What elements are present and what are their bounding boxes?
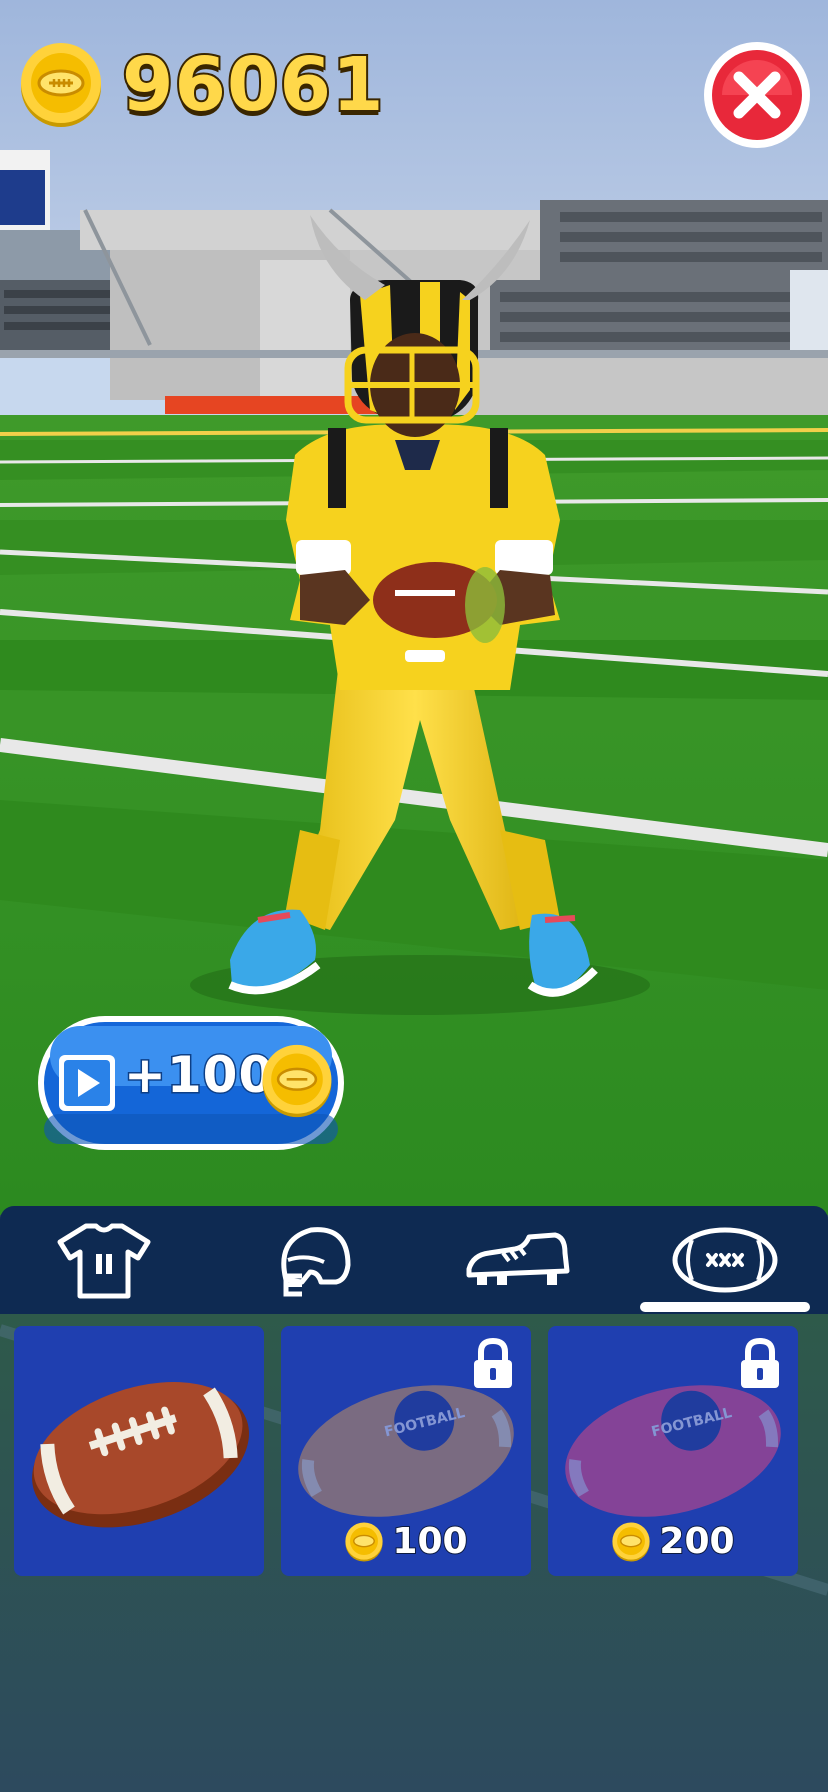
football-icon <box>672 1227 777 1293</box>
lock-icon <box>741 1338 779 1388</box>
tab-football[interactable] <box>621 1206 828 1314</box>
coin-balance: 96061 <box>120 42 385 128</box>
item-card-brown-football[interactable] <box>14 1326 264 1576</box>
price-tag: 200 <box>548 1522 798 1562</box>
close-button[interactable] <box>702 40 812 150</box>
reward-amount: +100 <box>122 1046 275 1104</box>
tab-jersey[interactable] <box>0 1206 207 1314</box>
cleat-icon <box>466 1232 569 1285</box>
price-amount: 200 <box>658 1521 735 1562</box>
play-video-icon <box>59 1055 115 1111</box>
coin-counter: 96061 <box>18 42 385 128</box>
price-tag: 100 <box>281 1522 531 1562</box>
gold-football-coin-icon <box>262 1044 332 1118</box>
category-tabbar <box>0 1206 828 1314</box>
watch-video-reward-button[interactable]: +100 <box>36 1014 346 1152</box>
tab-selected-indicator <box>640 1302 810 1312</box>
helmet-icon <box>280 1227 350 1297</box>
jersey-icon <box>57 1223 150 1299</box>
gold-football-coin-icon <box>612 1522 651 1562</box>
price-amount: 100 <box>391 1521 468 1562</box>
item-card-football-tan[interactable]: FOOTBALL 100 <box>281 1326 531 1576</box>
tab-helmet[interactable] <box>207 1206 414 1314</box>
item-card-football-pink[interactable]: FOOTBALL 200 <box>548 1326 798 1576</box>
tab-cleats[interactable] <box>414 1206 621 1314</box>
gold-football-coin-icon <box>21 43 101 127</box>
brown-football-image <box>32 1382 249 1528</box>
lock-icon <box>474 1338 512 1388</box>
gold-football-coin-icon <box>345 1522 384 1562</box>
close-x-icon <box>704 42 810 148</box>
